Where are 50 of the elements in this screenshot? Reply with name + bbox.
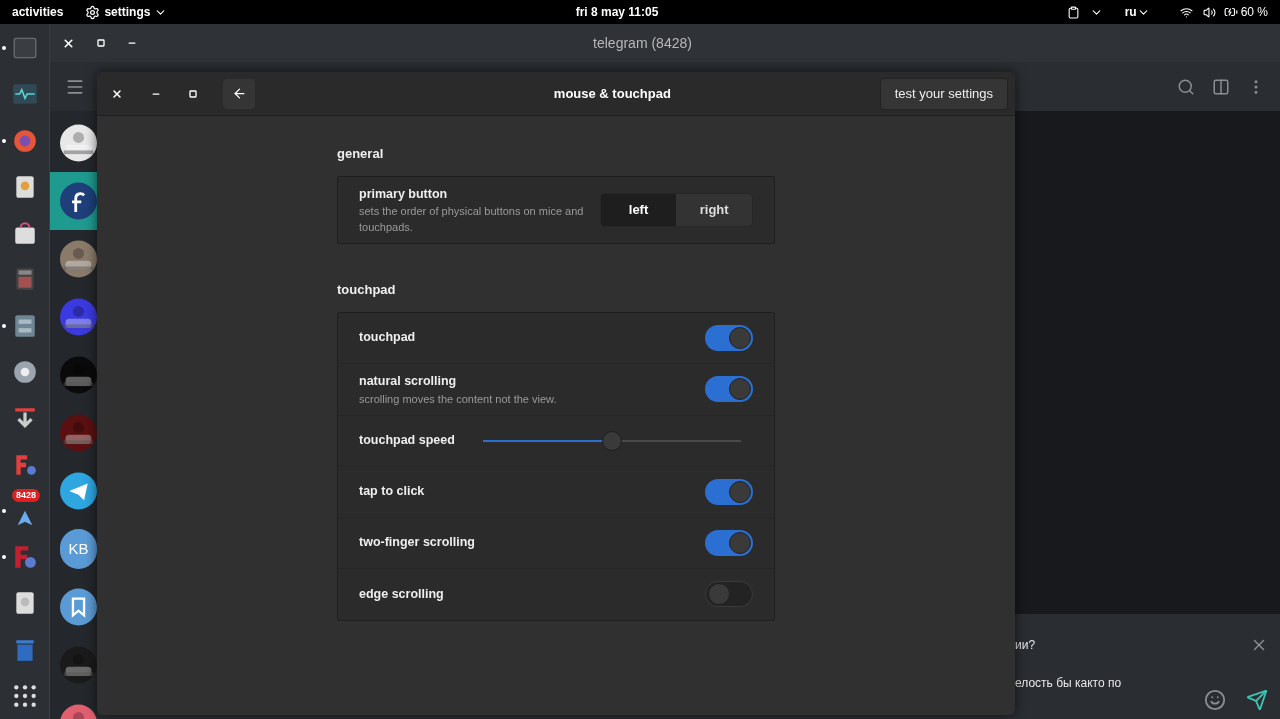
row-label: primary button: [359, 185, 449, 203]
maximize-icon[interactable]: [189, 89, 197, 98]
clipboard-icon[interactable]: [1066, 5, 1080, 19]
row-description: scrolling moves the content not the view.: [359, 391, 557, 407]
row-label: natural scrolling: [359, 372, 458, 390]
dock-item[interactable]: 8428: [0, 487, 49, 534]
section-heading: touchpad: [337, 281, 397, 300]
activities-button[interactable]: activities: [12, 3, 64, 21]
emoji-icon[interactable]: [1204, 689, 1226, 711]
grid-icon: [11, 682, 38, 709]
chat-item[interactable]: [50, 172, 97, 230]
volume-icon[interactable]: [1202, 5, 1216, 19]
row-label: touchpad: [359, 329, 416, 347]
app-menu[interactable]: settings: [85, 3, 168, 21]
battery-icon[interactable]: [1223, 5, 1238, 19]
search-icon[interactable]: [1177, 77, 1195, 96]
wifi-icon[interactable]: [1179, 5, 1193, 19]
toggle-switch[interactable]: [705, 529, 753, 556]
section-heading: general: [337, 145, 385, 163]
gear-icon: [85, 4, 101, 20]
test-settings-button[interactable]: test your settings: [879, 77, 1008, 110]
slider-thumb[interactable]: [602, 430, 622, 451]
message-text: елость бы както по: [1015, 675, 1123, 692]
message-text: ии?: [1015, 637, 1037, 654]
window-title: telegram (8428): [593, 33, 692, 53]
toggle-switch[interactable]: [705, 581, 753, 607]
avatar: KB: [60, 529, 97, 569]
row-label: touchpad speed: [359, 432, 455, 450]
dialog-title: mouse & touchpad: [553, 84, 671, 103]
row-label: edge scrolling: [359, 585, 444, 603]
segment-option[interactable]: right: [676, 193, 752, 226]
clock[interactable]: fri 8 may 11:05: [575, 3, 659, 21]
row-description: sets the order of physical buttons on mice and touchpads.: [359, 204, 585, 236]
send-icon[interactable]: [1246, 689, 1268, 711]
row-label: tap to click: [359, 483, 425, 501]
maximize-icon[interactable]: [97, 39, 105, 47]
toggle-switch[interactable]: [705, 478, 753, 505]
toggle-switch[interactable]: [705, 324, 753, 351]
sidebar-icon[interactable]: [1212, 77, 1230, 96]
battery-percent: 60 %: [1240, 4, 1268, 21]
back-button[interactable]: [223, 78, 255, 109]
notification-badge: 8428: [12, 488, 41, 502]
row-label: two-finger scrolling: [359, 534, 475, 552]
close-icon[interactable]: [111, 87, 123, 100]
segment-option[interactable]: left: [600, 193, 677, 226]
disc-icon: [11, 359, 38, 385]
close-icon[interactable]: [62, 36, 75, 50]
toggle-switch[interactable]: [705, 376, 753, 403]
browser-icon: [11, 127, 38, 154]
keyboard-layout-menu[interactable]: ru: [1124, 3, 1150, 21]
